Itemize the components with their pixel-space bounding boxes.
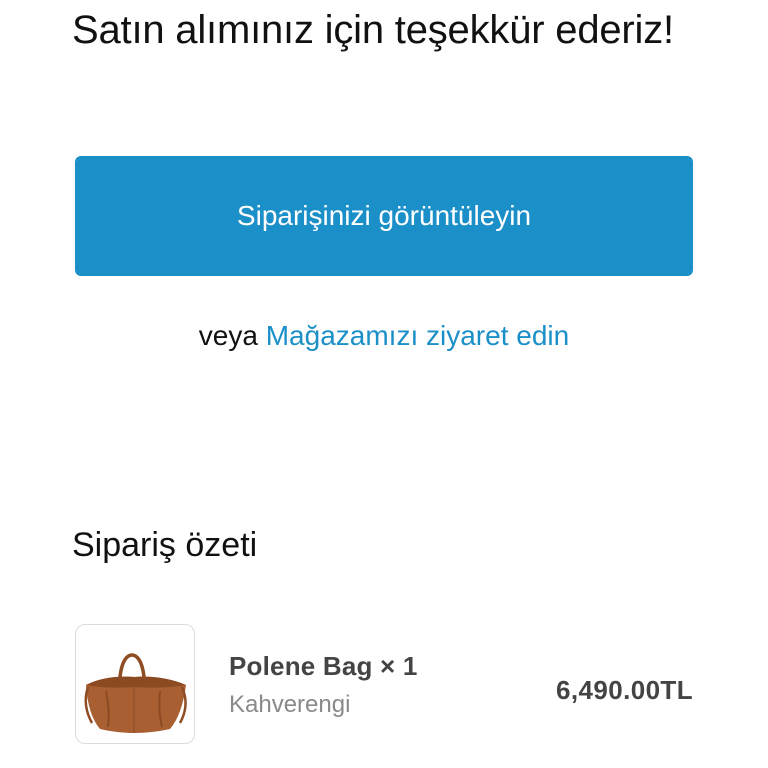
alternative-action-row: veya Mağazamızı ziyaret edin <box>0 316 768 356</box>
or-text: veya <box>198 320 258 351</box>
order-summary-item: Polene Bag × 1 Kahverengi 6,490.00TL <box>75 624 693 746</box>
brown-handbag-icon <box>84 653 187 733</box>
product-thumbnail <box>75 624 195 744</box>
view-order-button[interactable]: Siparişinizi görüntüleyin <box>75 156 693 276</box>
order-summary-title: Sipariş özeti <box>72 526 258 564</box>
product-price: 6,490.00TL <box>556 675 693 705</box>
product-variant: Kahverengi <box>229 691 351 718</box>
visit-store-link[interactable]: Mağazamızı ziyaret edin <box>266 320 569 351</box>
product-name: Polene Bag × 1 <box>229 651 418 681</box>
thank-you-heading: Satın alımınız için teşekkür ederiz! <box>72 8 674 52</box>
